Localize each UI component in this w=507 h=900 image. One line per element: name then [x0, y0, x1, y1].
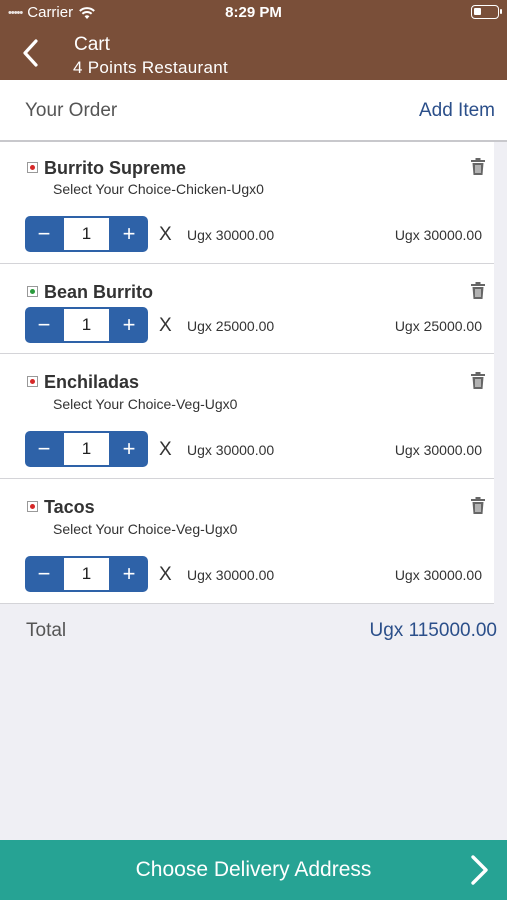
total-label: Total [26, 620, 67, 641]
decrease-button[interactable]: − [25, 556, 63, 592]
cart-item: Tacos Select Your Choice-Veg-Ugx0 − 1 + … [0, 479, 494, 604]
cart-item: Enchiladas Select Your Choice-Veg-Ugx0 −… [0, 354, 494, 479]
cart-item: Burrito Supreme Select Your Choice-Chick… [0, 142, 494, 264]
cart-item: Bean Burrito − 1 + X Ugx 25000.00 Ugx 25… [0, 264, 494, 354]
total-amount: Ugx 115000.00 [369, 620, 497, 641]
trash-icon[interactable] [470, 158, 486, 176]
quantity-stepper: − 1 + [25, 431, 148, 467]
times-sign: X [159, 564, 172, 585]
status-bar: ••••• Carrier 8:29 PM [0, 0, 507, 26]
unit-price: Ugx 25000.00 [187, 318, 275, 334]
quantity-stepper: − 1 + [25, 216, 148, 252]
unit-price: Ugx 30000.00 [187, 442, 275, 458]
decrease-button[interactable]: − [25, 216, 63, 252]
increase-button[interactable]: + [110, 307, 148, 343]
nav-bar: Cart 4 Points Restaurant [0, 26, 507, 80]
veg-indicator-icon [27, 501, 38, 512]
times-sign: X [159, 315, 172, 336]
increase-button[interactable]: + [110, 431, 148, 467]
quantity-value[interactable]: 1 [64, 218, 109, 250]
order-header: Your Order Add Item [0, 80, 507, 142]
item-name: Enchiladas [44, 372, 140, 392]
chevron-right-icon [471, 855, 488, 885]
line-total: Ugx 30000.00 [394, 567, 482, 583]
back-button[interactable] [14, 36, 46, 70]
unit-price: Ugx 30000.00 [187, 227, 275, 243]
battery-icon [471, 5, 502, 19]
item-name: Bean Burrito [44, 282, 154, 302]
quantity-value[interactable]: 1 [64, 433, 109, 465]
item-choice: Select Your Choice-Veg-Ugx0 [53, 396, 238, 412]
status-time: 8:29 PM [225, 4, 282, 21]
total-row: Total Ugx 115000.00 [0, 604, 507, 658]
page-title: Cart [74, 34, 110, 55]
add-item-button[interactable]: Add Item [419, 100, 495, 122]
quantity-stepper: − 1 + [25, 556, 148, 592]
item-choice: Select Your Choice-Chicken-Ugx0 [53, 181, 264, 197]
restaurant-name: 4 Points Restaurant [73, 58, 229, 77]
item-name: Tacos [44, 497, 95, 517]
choose-delivery-address-button[interactable]: Choose Delivery Address [0, 840, 507, 900]
trash-icon[interactable] [470, 497, 486, 515]
quantity-value[interactable]: 1 [64, 558, 109, 590]
veg-indicator-icon [27, 376, 38, 387]
veg-indicator-icon [27, 162, 38, 173]
veg-indicator-icon [27, 286, 38, 297]
increase-button[interactable]: + [110, 216, 148, 252]
times-sign: X [159, 224, 172, 245]
your-order-label: Your Order [25, 100, 118, 121]
increase-button[interactable]: + [110, 556, 148, 592]
line-total: Ugx 30000.00 [394, 227, 482, 243]
item-name: Burrito Supreme [44, 158, 187, 178]
quantity-value[interactable]: 1 [64, 309, 109, 341]
decrease-button[interactable]: − [25, 307, 63, 343]
quantity-stepper: − 1 + [25, 307, 148, 343]
footer-label: Choose Delivery Address [135, 858, 372, 881]
decrease-button[interactable]: − [25, 431, 63, 467]
chevron-left-icon [23, 39, 38, 67]
trash-icon[interactable] [470, 282, 486, 300]
times-sign: X [159, 439, 172, 460]
line-total: Ugx 25000.00 [394, 318, 482, 334]
line-total: Ugx 30000.00 [394, 442, 482, 458]
unit-price: Ugx 30000.00 [187, 567, 275, 583]
trash-icon[interactable] [470, 372, 486, 390]
item-choice: Select Your Choice-Veg-Ugx0 [53, 521, 238, 537]
